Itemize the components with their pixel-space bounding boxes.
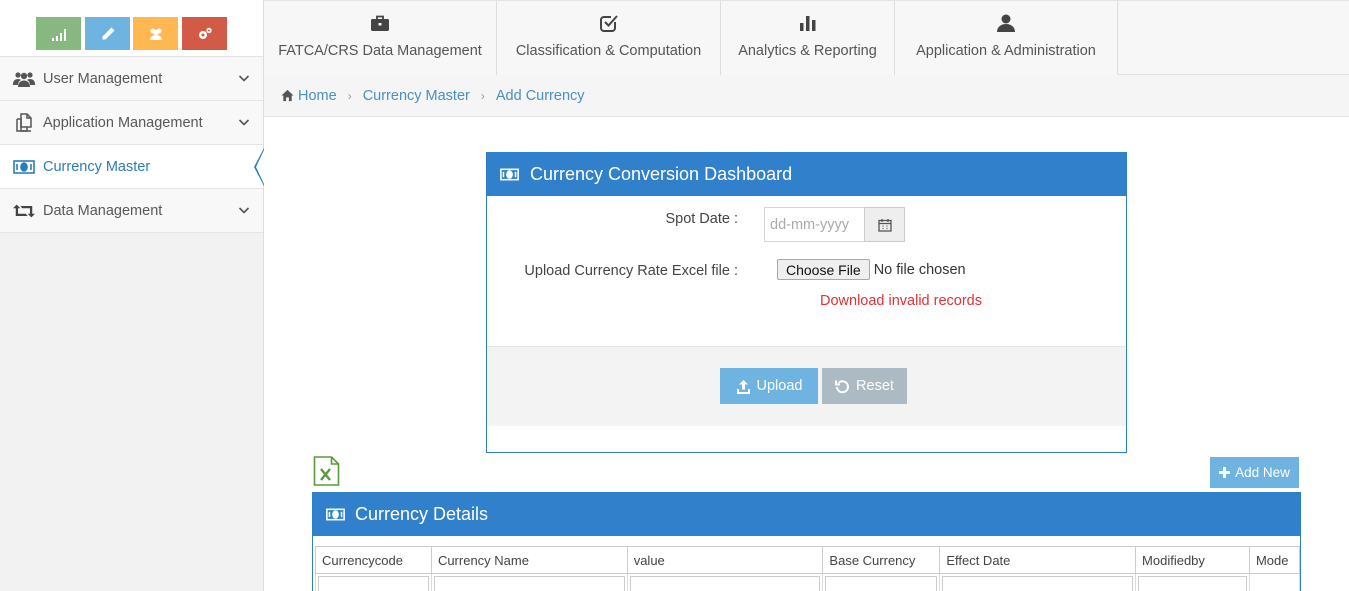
calendar-icon: [877, 218, 892, 232]
breadcrumb-currency-master-link[interactable]: Currency Master: [363, 88, 470, 104]
shortcut-stats-button[interactable]: [36, 17, 81, 50]
column-header-currency-name[interactable]: Currency Name: [430, 546, 628, 574]
add-new-button[interactable]: Add New: [1210, 457, 1299, 488]
breadcrumb-separator-icon: ›: [347, 88, 352, 103]
filter-cell: [430, 573, 628, 591]
breadcrumb-home-label: Home: [298, 87, 337, 104]
add-new-label: Add New: [1235, 465, 1290, 480]
tab-label: Application & Administration: [916, 43, 1096, 59]
filter-cell: [1135, 573, 1250, 591]
chevron-down-icon: [238, 75, 250, 82]
undo-icon: [835, 379, 850, 393]
retweet-icon: [13, 202, 35, 220]
tab-label: Analytics & Reporting: [738, 43, 877, 59]
spot-date-label: Spot Date :: [665, 211, 738, 227]
currencycode-filter-input[interactable]: [318, 576, 429, 591]
tab-label: FATCA/CRS Data Management: [278, 43, 482, 59]
currency-details-title: Currency Details: [355, 504, 489, 524]
briefcase-icon: [371, 15, 389, 31]
chevron-down-icon: [238, 119, 250, 126]
column-header-mode[interactable]: Mode: [1248, 546, 1300, 574]
effect-date-filter-input[interactable]: [942, 576, 1134, 591]
value-filter-input[interactable]: [629, 576, 821, 591]
upload-button[interactable]: Upload: [720, 368, 818, 404]
sidebar-item-user-management[interactable]: User Management: [0, 57, 263, 101]
users-icon: [149, 28, 162, 40]
reset-button[interactable]: Reset: [822, 368, 907, 404]
sidebar-item-label: User Management: [43, 70, 163, 87]
tab-classification-computation[interactable]: Classification & Computation: [497, 1, 721, 75]
currency-details-table: Currencycode Currency Name value Base Cu…: [315, 546, 1300, 591]
table-header-row: Currencycode Currency Name value Base Cu…: [315, 546, 1300, 574]
base-currency-filter-input[interactable]: [825, 576, 938, 591]
tab-label: Classification & Computation: [515, 43, 702, 59]
money-icon: [326, 508, 345, 521]
modifiedby-filter-input[interactable]: [1138, 576, 1247, 591]
file-upload-control: Choose File No file chosen: [777, 259, 966, 280]
pencil-icon: [102, 27, 114, 39]
upload-button-label: Upload: [756, 378, 803, 394]
dashboard-footer: Upload Reset: [487, 346, 1126, 426]
currency-details-header: Currency Details: [313, 493, 1300, 536]
sidebar-item-currency-master[interactable]: Currency Master: [0, 145, 264, 189]
choose-file-button[interactable]: Choose File: [777, 259, 870, 280]
dashboard-header: Currency Conversion Dashboard: [487, 153, 1126, 196]
spot-date-picker: [764, 207, 905, 242]
money-icon: [13, 158, 35, 176]
home-icon: [281, 89, 294, 102]
sidebar-item-label: Data Management: [43, 202, 163, 219]
sidebar-item-data-management[interactable]: Data Management: [0, 189, 263, 233]
tab-application-administration[interactable]: Application & Administration: [895, 1, 1118, 75]
shortcut-settings-button[interactable]: [182, 17, 227, 50]
tab-analytics-reporting[interactable]: Analytics & Reporting: [721, 1, 895, 75]
filter-cell: [626, 573, 824, 591]
excel-export-icon[interactable]: [313, 456, 340, 486]
currency-details-panel: Currency Details Currencycode Currency N…: [312, 492, 1301, 591]
copy-icon: [13, 112, 35, 132]
column-header-effect-date[interactable]: Effect Date: [939, 546, 1137, 574]
column-header-value[interactable]: value: [626, 546, 824, 574]
column-header-modifiedby[interactable]: Modifiedby: [1135, 546, 1250, 574]
filter-cell: [939, 573, 1137, 591]
currency-name-filter-input[interactable]: [433, 576, 625, 591]
upload-icon: [736, 379, 750, 394]
reset-button-label: Reset: [856, 378, 894, 394]
sidebar-item-label: Application Management: [43, 114, 203, 131]
upload-excel-label: Upload Currency Rate Excel file :: [524, 263, 738, 279]
breadcrumb-separator-icon: ›: [480, 88, 485, 103]
check-circle-icon: [599, 15, 618, 32]
calendar-button[interactable]: [864, 207, 905, 242]
currency-conversion-dashboard: Currency Conversion Dashboard Spot Date …: [486, 152, 1127, 453]
signal-icon: [51, 28, 66, 41]
spot-date-input[interactable]: [764, 207, 864, 242]
shortcut-users-button[interactable]: [133, 17, 178, 50]
money-icon: [500, 168, 519, 181]
breadcrumb-home-link[interactable]: Home: [281, 88, 337, 104]
filter-cell: [315, 573, 432, 591]
chevron-down-icon: [238, 207, 250, 214]
bar-chart-icon: [799, 16, 815, 31]
sidebar-shortcuts: [0, 0, 263, 57]
shortcut-edit-button[interactable]: [85, 17, 130, 50]
user-icon: [997, 14, 1015, 32]
sidebar-item-application-management[interactable]: Application Management: [0, 101, 263, 145]
plus-icon: [1219, 467, 1231, 478]
top-navigation: FATCA/CRS Data Management Classification…: [264, 0, 1349, 75]
table-filter-row: [315, 573, 1300, 591]
tab-fatca-crs-data-management[interactable]: FATCA/CRS Data Management: [264, 1, 497, 75]
cogs-icon: [198, 27, 212, 39]
dashboard-title: Currency Conversion Dashboard: [530, 164, 793, 184]
filter-cell: [1248, 573, 1300, 591]
sidebar-item-label: Currency Master: [43, 158, 151, 175]
filter-cell: [822, 573, 941, 591]
breadcrumb-add-currency-link[interactable]: Add Currency: [496, 88, 585, 104]
breadcrumb: Home › Currency Master › Add Currency: [264, 75, 1349, 117]
sidebar: User Management Application Management C…: [0, 0, 264, 591]
column-header-currencycode[interactable]: Currencycode: [315, 546, 432, 574]
users-icon: [13, 70, 35, 88]
file-status-text: No file chosen: [873, 261, 966, 278]
column-header-base-currency[interactable]: Base Currency: [822, 546, 941, 574]
download-invalid-records-link[interactable]: Download invalid records: [820, 293, 982, 309]
